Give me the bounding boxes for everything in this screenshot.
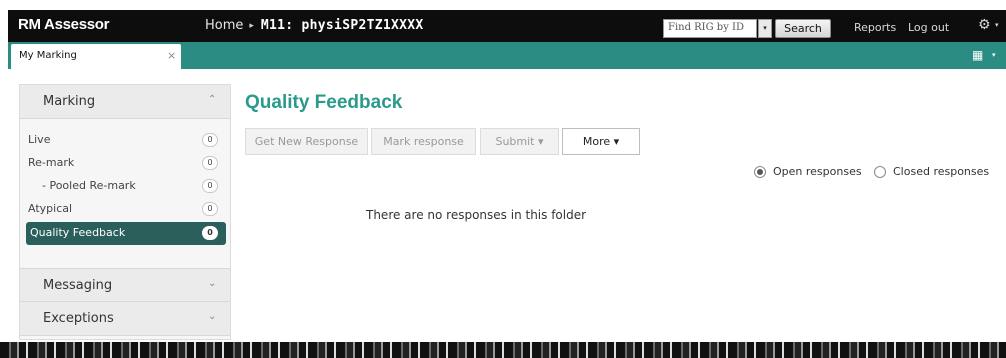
page-title: Quality Feedback — [245, 92, 403, 113]
chevron-up-icon: ⌃ — [208, 94, 217, 105]
grid-menu-icon[interactable]: ▦ — [972, 48, 983, 62]
count-badge: 0 — [202, 202, 218, 216]
logout-link[interactable]: Log out — [908, 21, 949, 34]
breadcrumb-separator-icon: ▸ — [249, 21, 254, 31]
sidebar-item-pooled-re-mark[interactable]: - Pooled Re-mark 0 — [20, 175, 230, 198]
bottom-distortion — [0, 342, 1006, 358]
settings-caret-icon[interactable]: ▾ — [995, 21, 999, 29]
count-badge: 0 — [202, 179, 218, 193]
count-badge: 0 — [202, 133, 218, 147]
count-badge: 0 — [202, 226, 218, 240]
sidebar-item-label: - Pooled Re-mark — [42, 179, 136, 192]
section-title: Marking — [43, 94, 96, 109]
sidebar-item-atypical[interactable]: Atypical 0 — [20, 198, 230, 221]
grid-caret-icon[interactable]: ▾ — [992, 51, 996, 59]
left-edge — [0, 0, 8, 342]
sidebar-item-label: Atypical — [28, 202, 73, 215]
sidebar-item-live[interactable]: Live 0 — [20, 129, 230, 152]
find-rig-input[interactable]: Find RIG by ID — [663, 19, 757, 38]
tab-label: My Marking — [19, 50, 77, 61]
tab-my-marking[interactable]: My Marking × — [11, 44, 181, 69]
breadcrumb-home[interactable]: Home — [205, 18, 243, 33]
tab-bar: My Marking × ▦ ▾ — [8, 42, 1006, 69]
section-title: Messaging — [43, 278, 113, 293]
sidebar-item-label: Live — [28, 133, 51, 146]
open-responses-label: Open responses — [773, 165, 862, 178]
reports-link[interactable]: Reports — [854, 21, 896, 34]
search-button[interactable]: Search — [775, 19, 831, 38]
submit-button[interactable]: Submit ▾ — [480, 128, 559, 155]
sidebar-item-quality-feedback[interactable]: Quality Feedback 0 — [26, 222, 226, 245]
find-rig-dropdown-icon[interactable]: ▾ — [758, 19, 772, 38]
section-marking[interactable]: Marking ⌃ — [20, 85, 230, 119]
closed-responses-label: Closed responses — [893, 165, 990, 178]
breadcrumb-current: M11: physiSP2TZ1XXXX — [260, 18, 424, 33]
close-icon[interactable]: × — [167, 49, 176, 62]
sidebar-item-re-mark[interactable]: Re-mark 0 — [20, 152, 230, 175]
brand-logo: RM Assessor — [18, 16, 110, 33]
sidebar: Marking ⌃ Live 0 Re-mark 0 - Pooled Re-m… — [19, 84, 231, 340]
section-messaging[interactable]: Messaging ⌄ — [20, 268, 230, 302]
more-button[interactable]: More ▾ — [562, 128, 640, 155]
count-badge: 0 — [202, 156, 218, 170]
settings-gear-icon[interactable]: ⚙ — [978, 17, 991, 33]
app-window: RM Assessor Home ▸ M11: physiSP2TZ1XXXX Fi… — [0, 0, 1006, 358]
mark-response-button[interactable]: Mark response — [371, 128, 476, 155]
open-responses-radio[interactable] — [754, 166, 766, 178]
chevron-down-icon: ⌄ — [208, 278, 217, 289]
breadcrumb: Home ▸ M11: physiSP2TZ1XXXX — [205, 18, 423, 33]
chevron-down-icon: ⌄ — [208, 311, 217, 322]
get-new-response-button[interactable]: Get New Response — [245, 128, 368, 155]
section-title: Exceptions — [43, 311, 114, 326]
top-bar: RM Assessor Home ▸ M11: physiSP2TZ1XXXX Fi… — [8, 10, 1006, 42]
closed-responses-radio[interactable] — [874, 166, 886, 178]
section-exceptions[interactable]: Exceptions ⌄ — [20, 302, 230, 336]
sidebar-item-label: Re-mark — [28, 156, 75, 169]
empty-state-message: There are no responses in this folder — [366, 208, 587, 222]
sidebar-item-label: Quality Feedback — [30, 226, 126, 239]
